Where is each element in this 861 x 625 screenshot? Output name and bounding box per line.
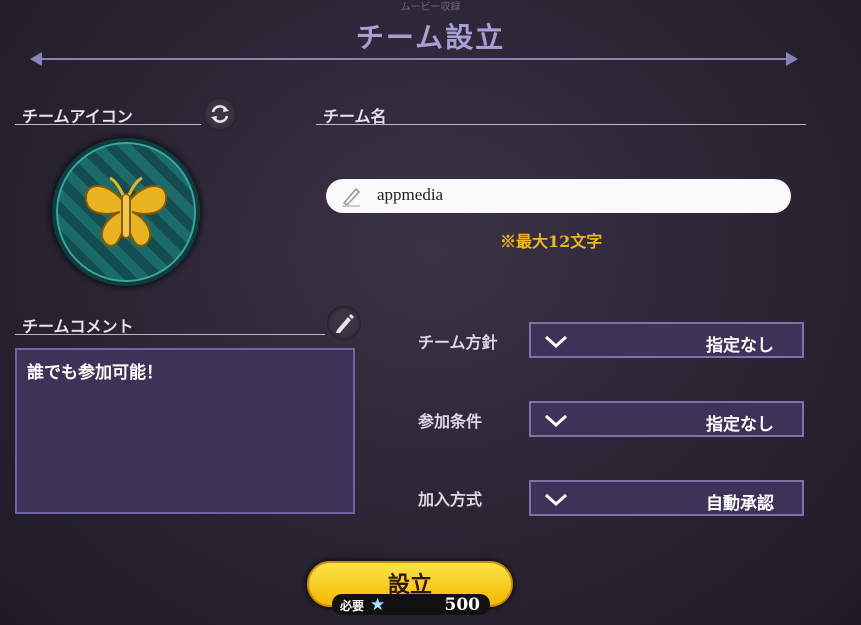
max-length-note: ※最大12文字 xyxy=(500,232,603,251)
join-condition-select[interactable]: 指定なし xyxy=(529,401,804,437)
join-method-value: 自動承認 xyxy=(706,494,774,514)
team-icon-underline xyxy=(15,124,201,125)
cost-value: 500 xyxy=(444,595,481,615)
butterfly-emblem-icon xyxy=(84,176,168,247)
chevron-down-icon xyxy=(544,493,568,507)
pencil-icon xyxy=(336,314,354,333)
team-name-input[interactable]: appmedia xyxy=(326,179,791,213)
title-divider-right-arrow xyxy=(786,52,798,66)
team-name-underline xyxy=(316,124,806,125)
star-gem-icon: ★ xyxy=(370,595,386,615)
team-emblem[interactable] xyxy=(52,138,200,286)
team-policy-label: チーム方針 xyxy=(418,333,498,352)
chevron-down-icon xyxy=(544,414,568,428)
cost-label: 必要 xyxy=(340,599,365,613)
team-comment-underline xyxy=(15,334,325,335)
team-policy-select[interactable]: 指定なし xyxy=(529,322,804,358)
join-condition-value: 指定なし xyxy=(706,415,774,435)
refresh-icon xyxy=(211,105,229,123)
team-comment-box[interactable]: 誰でも参加可能！ xyxy=(15,348,355,514)
team-comment-text: 誰でも参加可能！ xyxy=(27,363,163,383)
team-name-value: appmedia xyxy=(377,185,444,204)
join-condition-label: 参加条件 xyxy=(418,412,483,431)
team-policy-value: 指定なし xyxy=(706,336,774,356)
title-divider xyxy=(36,58,788,60)
top-caption: ムービー収録 xyxy=(400,2,461,13)
join-method-label: 加入方式 xyxy=(418,490,483,509)
edit-comment-button[interactable] xyxy=(327,306,361,340)
join-method-select[interactable]: 自動承認 xyxy=(529,480,804,516)
chevron-down-icon xyxy=(544,335,568,349)
pen-icon xyxy=(342,187,361,207)
cost-bar: 必要 ★ 500 xyxy=(332,594,490,615)
refresh-icon-button[interactable] xyxy=(203,97,237,131)
page-title: チーム設立 xyxy=(355,21,506,54)
